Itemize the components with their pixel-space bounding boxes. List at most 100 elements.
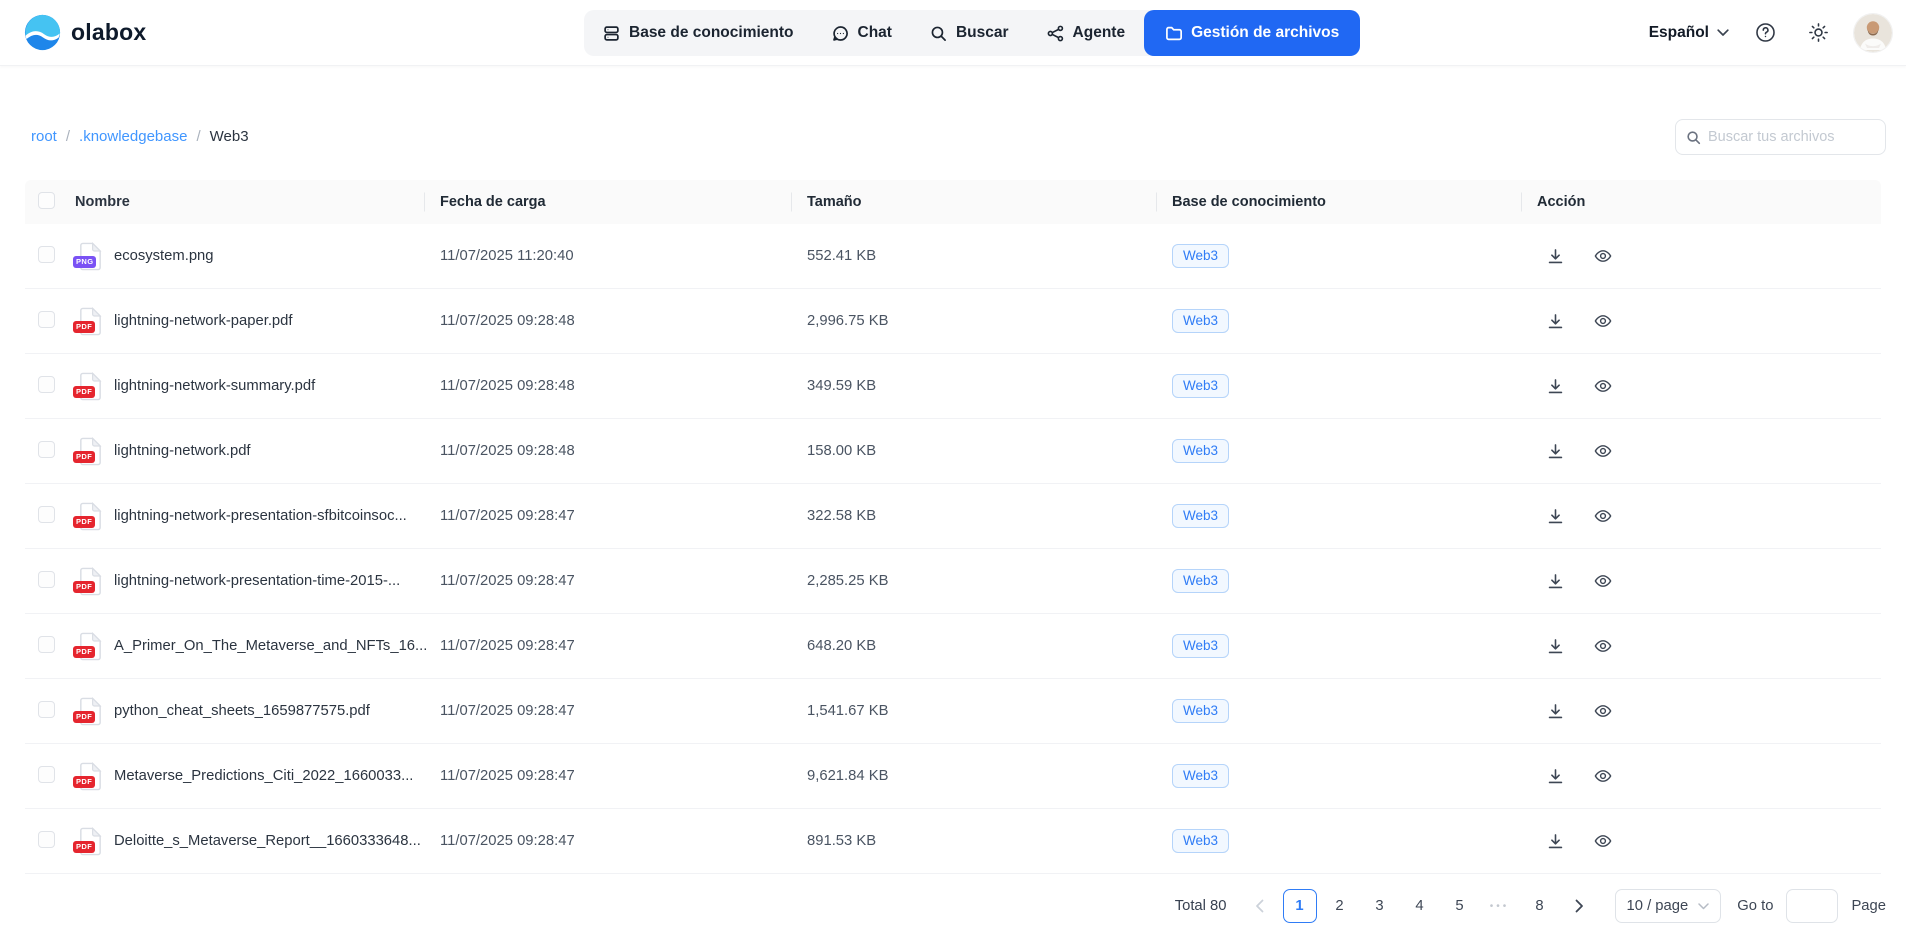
preview-eye-icon[interactable] xyxy=(1594,507,1612,525)
theme-toggle-button[interactable] xyxy=(1801,16,1835,50)
download-icon[interactable] xyxy=(1547,768,1564,785)
download-icon[interactable] xyxy=(1547,638,1564,655)
page-label: Page xyxy=(1851,898,1886,914)
table-row[interactable]: PDF Deloitte_s_Metaverse_Report__1660333… xyxy=(25,809,1881,874)
column-header-knowledge-base: Base de conocimiento xyxy=(1156,194,1521,210)
download-icon[interactable] xyxy=(1547,313,1564,330)
goto-page-input[interactable] xyxy=(1786,889,1838,923)
download-icon[interactable] xyxy=(1547,703,1564,720)
preview-eye-icon[interactable] xyxy=(1594,312,1612,330)
select-all-checkbox[interactable] xyxy=(38,192,55,209)
file-type-badge: PDF xyxy=(73,776,95,788)
help-button[interactable] xyxy=(1748,16,1782,50)
nav-chat[interactable]: Chat xyxy=(813,10,911,56)
file-type-badge: PDF xyxy=(73,321,95,333)
upload-date: 11/07/2025 11:20:40 xyxy=(424,248,791,264)
user-avatar[interactable] xyxy=(1854,14,1892,52)
upload-date: 11/07/2025 09:28:47 xyxy=(424,703,791,719)
language-selector[interactable]: Español xyxy=(1649,24,1729,42)
chat-icon xyxy=(832,25,849,42)
file-name: lightning-network.pdf xyxy=(114,443,251,459)
table-row[interactable]: PNG ecosystem.png 11/07/2025 11:20:40 55… xyxy=(25,224,1881,289)
breadcrumb-root[interactable]: root xyxy=(31,128,57,145)
preview-eye-icon[interactable] xyxy=(1594,377,1612,395)
page-button[interactable]: 3 xyxy=(1363,889,1397,923)
row-checkbox[interactable] xyxy=(38,766,55,783)
table-row[interactable]: PDF lightning-network-presentation-sfbit… xyxy=(25,484,1881,549)
agent-icon xyxy=(1047,25,1064,42)
download-icon[interactable] xyxy=(1547,248,1564,265)
table-row[interactable]: PDF python_cheat_sheets_1659877575.pdf 1… xyxy=(25,679,1881,744)
nav-file-management[interactable]: Gestión de archivos xyxy=(1144,10,1360,56)
page-button[interactable]: 8 xyxy=(1523,889,1557,923)
row-checkbox[interactable] xyxy=(38,506,55,523)
breadcrumb-separator: / xyxy=(66,128,70,145)
file-type-icon: PDF xyxy=(78,502,102,531)
row-checkbox[interactable] xyxy=(38,311,55,328)
download-icon[interactable] xyxy=(1547,833,1564,850)
row-checkbox[interactable] xyxy=(38,376,55,393)
nav-search[interactable]: Buscar xyxy=(911,10,1028,56)
table-row[interactable]: PDF A_Primer_On_The_Metaverse_and_NFTs_1… xyxy=(25,614,1881,679)
olabox-logo-icon xyxy=(24,14,61,51)
table-row[interactable]: PDF lightning-network-summary.pdf 11/07/… xyxy=(25,354,1881,419)
nav-agent[interactable]: Agente xyxy=(1028,10,1145,56)
file-size: 648.20 KB xyxy=(791,638,1156,654)
column-header-size: Tamaño xyxy=(791,194,1156,210)
row-checkbox[interactable] xyxy=(38,701,55,718)
preview-eye-icon[interactable] xyxy=(1594,442,1612,460)
upload-date: 11/07/2025 09:28:48 xyxy=(424,443,791,459)
pagination-bar: Total 80 12345•••8 10 / page Go to Page xyxy=(1175,888,1886,924)
nav-knowledge-base[interactable]: Base de conocimiento xyxy=(584,10,813,56)
table-header: Nombre Fecha de carga Tamaño Base de con… xyxy=(25,180,1881,224)
row-checkbox[interactable] xyxy=(38,831,55,848)
prev-page-button[interactable] xyxy=(1243,889,1277,923)
files-table: Nombre Fecha de carga Tamaño Base de con… xyxy=(25,180,1881,874)
preview-eye-icon[interactable] xyxy=(1594,832,1612,850)
table-row[interactable]: PDF lightning-network-paper.pdf 11/07/20… xyxy=(25,289,1881,354)
page-button[interactable]: 2 xyxy=(1323,889,1357,923)
nav-label: Base de conocimiento xyxy=(629,24,794,42)
download-icon[interactable] xyxy=(1547,378,1564,395)
table-row[interactable]: PDF lightning-network.pdf 11/07/2025 09:… xyxy=(25,419,1881,484)
row-checkbox[interactable] xyxy=(38,246,55,263)
chevron-down-icon xyxy=(1717,29,1729,37)
breadcrumb: root / .knowledgebase / Web3 xyxy=(31,128,249,145)
upload-date: 11/07/2025 09:28:47 xyxy=(424,508,791,524)
preview-eye-icon[interactable] xyxy=(1594,767,1612,785)
file-type-icon: PNG xyxy=(78,242,102,271)
file-type-icon: PDF xyxy=(78,307,102,336)
file-management-page: olabox Base de conocimiento xyxy=(0,0,1906,946)
file-size: 9,621.84 KB xyxy=(791,768,1156,784)
search-input[interactable] xyxy=(1708,129,1875,145)
preview-eye-icon[interactable] xyxy=(1594,247,1612,265)
file-name: lightning-network-presentation-time-2015… xyxy=(114,573,400,589)
download-icon[interactable] xyxy=(1547,443,1564,460)
table-row[interactable]: PDF Metaverse_Predictions_Citi_2022_1660… xyxy=(25,744,1881,809)
table-body: PNG ecosystem.png 11/07/2025 11:20:40 55… xyxy=(25,224,1881,874)
preview-eye-icon[interactable] xyxy=(1594,572,1612,590)
page-button[interactable]: 4 xyxy=(1403,889,1437,923)
download-icon[interactable] xyxy=(1547,573,1564,590)
row-checkbox[interactable] xyxy=(38,441,55,458)
download-icon[interactable] xyxy=(1547,508,1564,525)
breadcrumb-knowledgebase[interactable]: .knowledgebase xyxy=(79,128,187,145)
nav-label: Agente xyxy=(1073,24,1126,42)
knowledge-base-tag: Web3 xyxy=(1172,244,1229,268)
knowledge-base-tag: Web3 xyxy=(1172,439,1229,463)
page-button[interactable]: 1 xyxy=(1283,889,1317,923)
page-button[interactable]: 5 xyxy=(1443,889,1477,923)
page-size-select[interactable]: 10 / page xyxy=(1615,889,1722,923)
table-row[interactable]: PDF lightning-network-presentation-time-… xyxy=(25,549,1881,614)
pagination-total: Total 80 xyxy=(1175,898,1227,914)
row-checkbox[interactable] xyxy=(38,571,55,588)
next-page-button[interactable] xyxy=(1563,889,1597,923)
row-checkbox[interactable] xyxy=(38,636,55,653)
preview-eye-icon[interactable] xyxy=(1594,702,1612,720)
file-type-icon: PDF xyxy=(78,697,102,726)
top-right-cluster: Español xyxy=(1649,14,1892,52)
preview-eye-icon[interactable] xyxy=(1594,637,1612,655)
file-size: 349.59 KB xyxy=(791,378,1156,394)
page-ellipsis: ••• xyxy=(1483,889,1517,923)
brand-logo[interactable]: olabox xyxy=(24,14,146,51)
